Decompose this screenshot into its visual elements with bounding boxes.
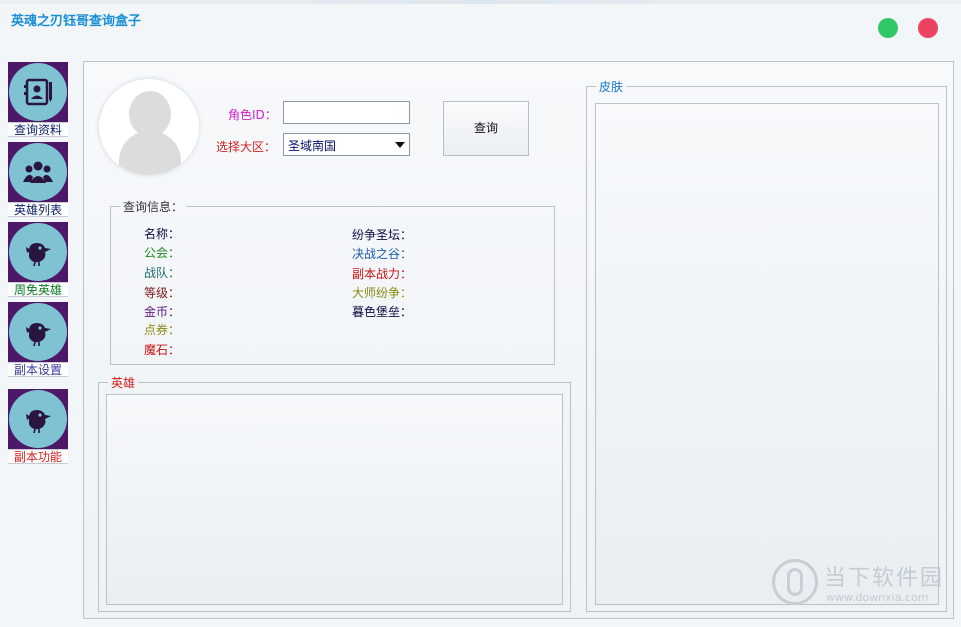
sidebar-item-query-profile[interactable]: 查询资料	[8, 62, 68, 137]
role-id-label: 角色ID：	[228, 108, 277, 122]
watermark-url: www.downxia.com	[826, 591, 929, 604]
region-select[interactable]: 圣域南国	[283, 133, 410, 156]
sidebar-tile	[8, 302, 68, 362]
profile-card-icon	[9, 63, 67, 121]
info-group-title: 查询信息：	[123, 200, 184, 214]
info-dungeon-power-label: 副本战力：	[352, 267, 413, 281]
skins-group-title: 皮肤	[599, 80, 624, 94]
watermark-logo	[772, 559, 818, 605]
info-valley-label: 决战之谷：	[352, 247, 413, 261]
info-guild-label: 公会：	[144, 246, 181, 260]
info-gold-label: 金币：	[144, 305, 181, 319]
sidebar-item-weekly-free[interactable]: 周免英雄	[8, 222, 68, 297]
group-icon	[9, 143, 67, 201]
bird-icon	[9, 390, 67, 448]
bird-icon	[9, 223, 67, 281]
info-level-label: 等级：	[144, 286, 181, 300]
app-title: 英魂之刃钰哥查询盒子	[11, 14, 142, 29]
heroes-list[interactable]	[106, 394, 563, 605]
heroes-group-title: 英雄	[111, 376, 136, 390]
sidebar-item-dungeon-settings[interactable]: 副本设置	[8, 302, 68, 377]
sidebar-item-label: 副本设置	[8, 362, 68, 377]
info-group: 查询信息：	[110, 198, 555, 365]
sidebar-tile	[8, 222, 68, 282]
sidebar-item-label: 副本功能	[8, 449, 68, 464]
sidebar-tile	[8, 389, 68, 449]
bird-icon	[9, 303, 67, 361]
sidebar-item-hero-list[interactable]: 英雄列表	[8, 142, 68, 217]
info-altar-label: 纷争圣坛：	[352, 228, 413, 242]
info-master-label: 大师纷争：	[352, 286, 413, 300]
close-button[interactable]	[918, 18, 938, 38]
info-magic-stone-label: 魔石：	[144, 343, 181, 357]
info-coupon-label: 点券：	[144, 323, 181, 337]
skins-list[interactable]	[595, 103, 939, 605]
info-name-label: 名称：	[144, 227, 181, 241]
sidebar-item-dungeon-functions[interactable]: 副本功能	[8, 389, 68, 464]
sidebar-item-label: 查询资料	[8, 122, 68, 137]
info-fortress-label: 暮色堡垒：	[352, 305, 413, 319]
role-id-input[interactable]	[283, 101, 410, 124]
sidebar-tile	[8, 62, 68, 122]
chevron-down-icon[interactable]	[395, 142, 405, 148]
minimize-button[interactable]	[878, 18, 898, 38]
info-team-label: 战队：	[144, 266, 181, 280]
watermark-text: 当下软件园	[824, 566, 945, 591]
sidebar-item-label: 英雄列表	[8, 202, 68, 217]
avatar-body	[119, 131, 181, 175]
top-strip	[0, 0, 961, 4]
sidebar-tile	[8, 142, 68, 202]
avatar	[99, 79, 199, 175]
region-selected-value: 圣域南国	[288, 139, 337, 153]
query-button[interactable]: 查询	[443, 101, 529, 156]
sidebar-item-label: 周免英雄	[8, 282, 68, 297]
region-label: 选择大区：	[216, 140, 277, 154]
